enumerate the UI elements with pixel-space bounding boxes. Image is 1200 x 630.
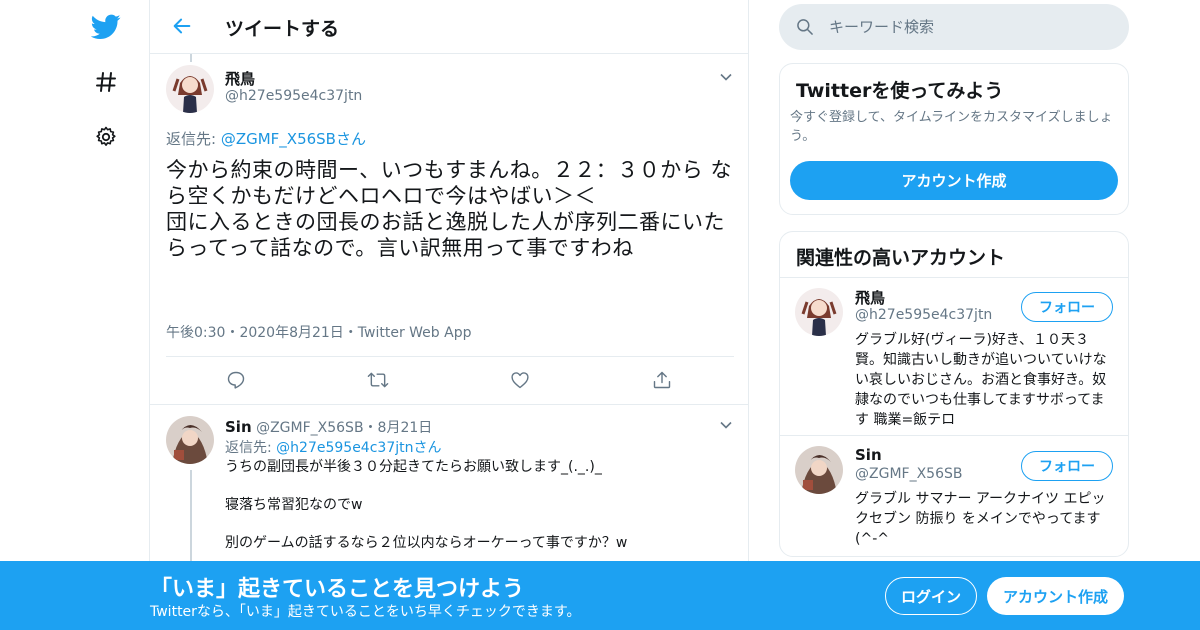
author-handle[interactable]: @ZGMF_X56SB <box>256 420 363 436</box>
banner-title: 「いま」起きていることを見つけよう <box>150 577 525 602</box>
reply-to-suffix: さん <box>413 440 442 456</box>
reply-icon <box>227 371 245 389</box>
reply-to-label: 返信先: <box>225 440 277 456</box>
signup-card: Twitterを使ってみよう 今すぐ登録して、タイムラインをカスタマイズしましょ… <box>779 63 1129 215</box>
chevron-down-icon <box>720 421 732 429</box>
reply-to-user-link[interactable]: @h27e595e4c37jtn <box>276 440 413 456</box>
settings-button[interactable] <box>90 121 122 153</box>
tweet-menu-button[interactable] <box>717 68 735 86</box>
heart-icon <box>511 372 529 389</box>
twitter-logo[interactable] <box>90 11 122 43</box>
author-name[interactable]: Sin <box>225 418 252 436</box>
tweet-meta[interactable]: 午後0:30・2020年8月21日・Twitter Web App <box>166 322 471 342</box>
account-name[interactable]: Sin <box>855 446 882 464</box>
gear-icon <box>96 126 116 146</box>
account-handle[interactable]: @h27e595e4c37jtn <box>855 307 992 323</box>
search-input[interactable] <box>829 4 1119 50</box>
banner-subtitle: Twitterなら、「いま」起きていることをいち早くチェックできます。 <box>150 604 581 620</box>
like-button[interactable] <box>508 368 532 392</box>
tweet-menu-button[interactable] <box>717 416 735 434</box>
back-button[interactable] <box>168 12 196 40</box>
reply-to: 返信先: @h27e595e4c37jtnさん <box>225 437 441 457</box>
login-button[interactable]: ログイン <box>885 577 977 615</box>
avatar-image <box>166 416 214 464</box>
reply-button[interactable] <box>224 368 248 392</box>
page-header: ツイートする <box>150 0 748 54</box>
page: ツイートする 飛鳥 @h27e595e4c37jtn 返信先: @ZGMF_X5… <box>0 0 1200 630</box>
avatar[interactable] <box>166 416 214 464</box>
account-bio: グラブル好(ヴィーラ)好き、１０天３賢。知識古いし動きが追いついていけない哀しい… <box>855 332 1107 428</box>
search-box[interactable] <box>779 4 1129 50</box>
reply-to-suffix: さん <box>335 130 366 148</box>
related-accounts-title: 関連性の高いアカウント <box>796 247 1006 269</box>
banner-create-account-button[interactable]: アカウント作成 <box>987 577 1124 615</box>
divider <box>166 356 734 357</box>
reply-to-label: 返信先: <box>166 130 221 148</box>
follow-button[interactable]: フォロー <box>1021 292 1113 322</box>
share-icon <box>653 371 671 389</box>
reply-to-user-link[interactable]: @ZGMF_X56SB <box>221 130 336 148</box>
divider <box>780 435 1128 436</box>
reply-tweet[interactable]: Sin @ZGMF_X56SB・8月21日 返信先: @h27e595e4c37… <box>150 406 748 570</box>
reply-author-line: Sin @ZGMF_X56SB・8月21日 <box>225 417 432 437</box>
signup-banner: 「いま」起きていることを見つけよう Twitterなら、「いま」起きていることを… <box>0 561 1200 630</box>
avatar[interactable] <box>795 288 843 336</box>
search-icon <box>797 19 813 35</box>
page-title: ツイートする <box>225 18 340 40</box>
account-handle[interactable]: @ZGMF_X56SB <box>855 466 962 482</box>
avatar-image <box>166 65 214 113</box>
main-tweet: 飛鳥 @h27e595e4c37jtn 返信先: @ZGMF_X56SBさん 今… <box>150 55 748 405</box>
chevron-down-icon <box>720 73 732 81</box>
explore-button[interactable] <box>90 66 122 98</box>
avatar[interactable] <box>166 65 214 113</box>
follow-button[interactable]: フォロー <box>1021 451 1113 481</box>
twitter-bird-icon <box>91 14 121 39</box>
signup-card-title: Twitterを使ってみよう <box>796 80 1004 102</box>
create-account-button[interactable]: アカウント作成 <box>790 161 1118 200</box>
share-button[interactable] <box>650 368 674 392</box>
avatar[interactable] <box>795 446 843 494</box>
arrow-left-icon <box>173 18 191 34</box>
thread-line <box>190 470 192 570</box>
tweet-date[interactable]: ・8月21日 <box>364 420 433 436</box>
reply-to: 返信先: @ZGMF_X56SBさん <box>166 128 366 149</box>
tweet-text: うちの副団長が半後３０分起きてたらお願い致します_(._.)_ 寝落ち常習犯なの… <box>225 459 628 551</box>
timeline-column: ツイートする 飛鳥 @h27e595e4c37jtn 返信先: @ZGMF_X5… <box>149 0 749 630</box>
author-handle[interactable]: @h27e595e4c37jtn <box>225 88 362 104</box>
avatar-image <box>795 446 843 494</box>
tweet-text: 今から約束の時間ー、いつもすまんね。２２：３０から なら空くかもだけどヘロヘロで… <box>166 158 732 260</box>
author-name[interactable]: 飛鳥 <box>225 68 255 89</box>
divider <box>780 277 1128 278</box>
account-bio: グラブル サマナー アークナイツ エピックセブン 防振り をメインでやってます(… <box>855 491 1106 547</box>
account-name[interactable]: 飛鳥 <box>855 287 885 308</box>
hashtag-icon <box>96 72 116 92</box>
related-accounts-card: 関連性の高いアカウント 飛鳥 @h27e595e4c37jtn フォロー グラブ… <box>779 231 1129 557</box>
avatar-image <box>795 288 843 336</box>
signup-card-description: 今すぐ登録して、タイムラインをカスタマイズしましょう。 <box>790 110 1113 144</box>
retweet-button[interactable] <box>366 368 390 392</box>
retweet-icon <box>367 372 389 388</box>
